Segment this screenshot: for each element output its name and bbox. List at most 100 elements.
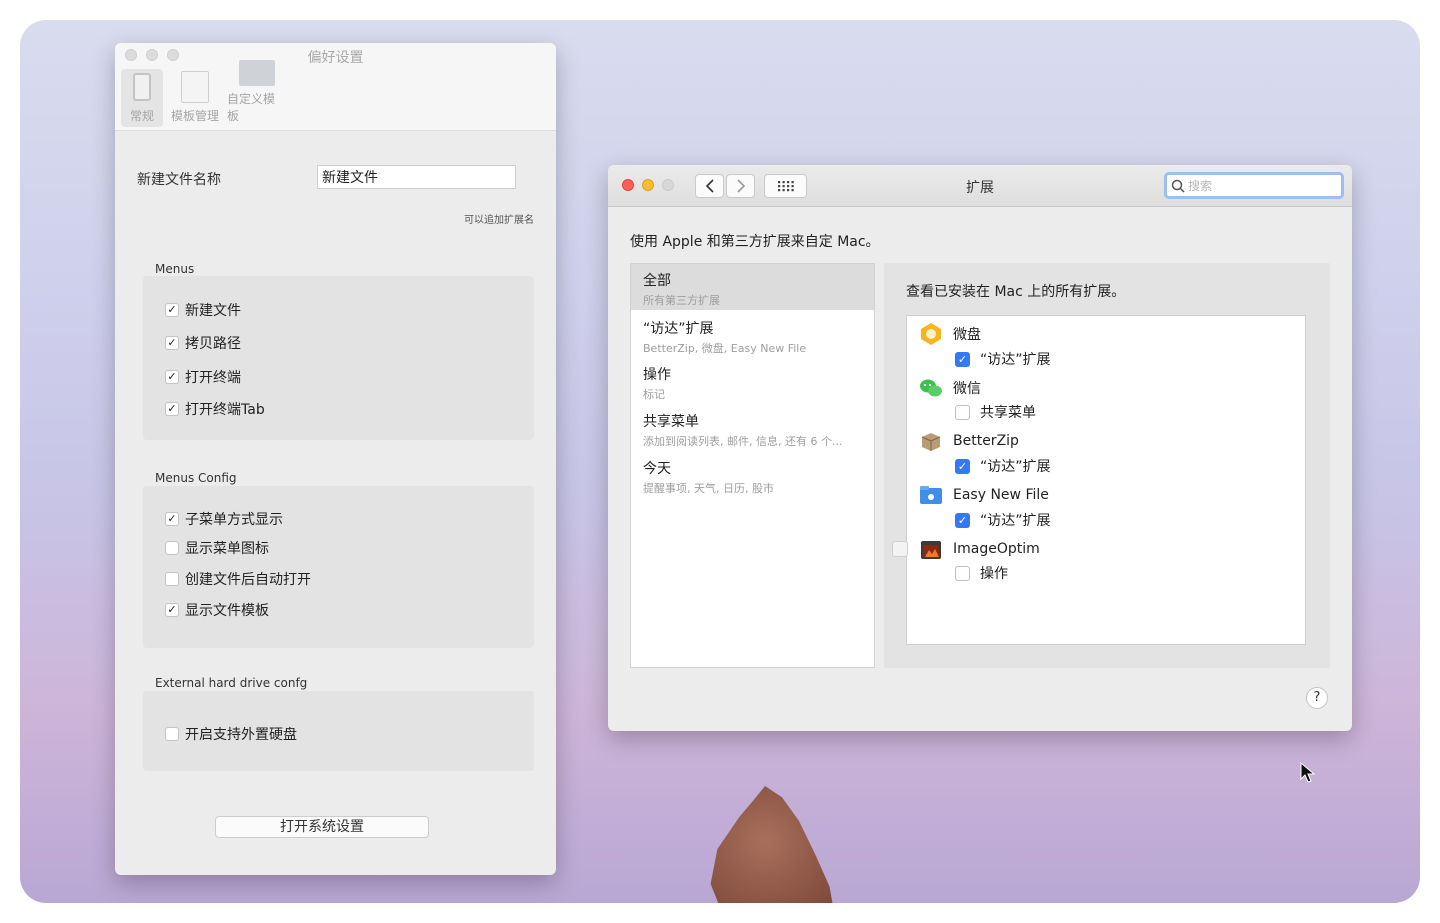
extensions-description: 使用 Apple 和第三方扩展来自定 Mac。 <box>630 234 880 250</box>
general-icon <box>133 73 151 101</box>
menu-option-new-file[interactable]: ✓ 新建文件 <box>165 300 241 320</box>
checkbox-unchecked[interactable] <box>955 565 970 581</box>
preferences-toolbar: 常规 模板管理 自定义模板 <box>121 60 283 127</box>
checkbox[interactable] <box>165 727 179 741</box>
checkbox[interactable]: ✓ <box>165 402 179 416</box>
checkbox[interactable]: ✓ <box>165 512 179 526</box>
category-name: 共享菜单 <box>643 414 699 430</box>
extensions-window: 扩展 使用 Apple 和第三方扩展来自定 Mac。 全部 所有第三方扩展 “访… <box>608 165 1352 731</box>
category-name: 今天 <box>643 461 671 477</box>
tab-general[interactable]: 常规 <box>121 69 163 127</box>
category-subtitle: 添加到阅读列表, 邮件, 信息, 还有 6 个... <box>643 435 843 448</box>
document-icon <box>181 71 209 103</box>
checkbox-label: 打开终端 <box>185 370 241 386</box>
category-all[interactable]: 全部 所有第三方扩展 <box>631 264 874 310</box>
checkbox[interactable]: ✓ <box>165 336 179 350</box>
checkbox-label: 子菜单方式显示 <box>185 512 283 528</box>
external-option-enable[interactable]: 开启支持外置硬盘 <box>165 724 297 744</box>
folder-icon <box>239 60 275 86</box>
category-finder[interactable]: “访达”扩展 BetterZip, 微盘, Easy New File <box>631 318 874 356</box>
tab-label: 常规 <box>129 109 154 123</box>
config-option-show-templates[interactable]: ✓ 显示文件模板 <box>165 600 269 620</box>
extension-hint: 可以追加扩展名 <box>464 215 534 226</box>
category-list: 全部 所有第三方扩展 “访达”扩展 BetterZip, 微盘, Easy Ne… <box>630 263 875 668</box>
detail-description: 查看已安装在 Mac 上的所有扩展。 <box>906 284 1126 300</box>
checkbox-label: 开启支持外置硬盘 <box>185 727 297 743</box>
extension-type: 共享菜单 <box>980 405 1036 421</box>
extension-toggle-wechat[interactable]: 共享菜单 <box>955 402 1036 422</box>
desktop-wallpaper-rock <box>710 786 837 903</box>
category-share-menu[interactable]: 共享菜单 添加到阅读列表, 邮件, 信息, 还有 6 个... <box>631 411 874 449</box>
checkbox-unchecked[interactable] <box>955 404 970 420</box>
external-drive-group: 开启支持外置硬盘 <box>143 691 534 771</box>
app-row-easy-new-file: Easy New File <box>919 483 1049 507</box>
category-actions[interactable]: 操作 标记 <box>631 364 874 402</box>
app-name: 微盘 <box>953 327 981 343</box>
menu-option-open-terminal[interactable]: ✓ 打开终端 <box>165 367 241 387</box>
checkbox[interactable]: ✓ <box>165 303 179 317</box>
app-name: 微信 <box>953 381 981 397</box>
extension-type: 操作 <box>980 566 1008 582</box>
search-input[interactable] <box>1188 178 1338 193</box>
stray-checkbox[interactable] <box>892 541 908 557</box>
open-system-settings-button[interactable]: 打开系统设置 <box>215 816 429 838</box>
checkbox-checked[interactable]: ✓ <box>955 351 970 367</box>
extensions-list: 微盘 ✓ “访达”扩展 微信 共享菜单 BetterZip ✓ “访达”扩展 E… <box>906 315 1306 645</box>
search-field[interactable] <box>1164 172 1344 199</box>
menus-group-label: Menus <box>155 262 195 276</box>
checkbox-label: 显示菜单图标 <box>185 541 269 557</box>
tab-label: 模板管理 <box>170 109 219 123</box>
config-option-submenu[interactable]: ✓ 子菜单方式显示 <box>165 509 283 529</box>
tab-template-management[interactable]: 模板管理 <box>167 69 223 127</box>
menus-group: ✓ 新建文件 ✓ 拷贝路径 ✓ 打开终端 ✓ 打开终端Tab <box>143 276 534 440</box>
menus-config-group: ✓ 子菜单方式显示 显示菜单图标 创建文件后自动打开 ✓ 显示文件模板 <box>143 486 534 648</box>
checkbox-checked[interactable]: ✓ <box>955 512 970 528</box>
preferences-window: 偏好设置 常规 模板管理 自定义模板 新建文件名称 可以追加扩展名 Menus … <box>115 43 556 875</box>
extension-toggle-imageoptim[interactable]: 操作 <box>955 563 1008 583</box>
checkbox[interactable]: ✓ <box>165 370 179 384</box>
checkbox-label: 显示文件模板 <box>185 603 269 619</box>
checkbox[interactable] <box>165 572 179 586</box>
imageoptim-icon <box>921 541 941 559</box>
category-name: “访达”扩展 <box>643 321 714 337</box>
app-row-imageoptim: ImageOptim <box>919 537 1040 561</box>
new-file-name-label: 新建文件名称 <box>137 172 221 188</box>
wechat-icon <box>920 379 942 397</box>
app-name: Easy New File <box>953 487 1049 503</box>
window-title: 偏好设置 <box>307 50 364 66</box>
category-today[interactable]: 今天 提醒事项, 天气, 日历, 股市 <box>631 458 874 496</box>
config-option-auto-open[interactable]: 创建文件后自动打开 <box>165 569 311 589</box>
category-name: 全部 <box>643 273 671 289</box>
tab-label: 自定义模板 <box>227 92 276 123</box>
category-subtitle: 标记 <box>643 388 665 401</box>
extension-toggle-easy-new-file[interactable]: ✓ “访达”扩展 <box>955 510 1051 530</box>
extensions-detail-pane: 查看已安装在 Mac 上的所有扩展。 微盘 ✓ “访达”扩展 微信 共享菜单 B… <box>884 263 1330 668</box>
new-file-name-input[interactable] <box>317 165 516 189</box>
external-drive-group-label: External hard drive confg <box>155 676 308 690</box>
mouse-cursor-icon <box>1300 762 1316 783</box>
menu-option-copy-path[interactable]: ✓ 拷贝路径 <box>165 333 241 353</box>
search-icon <box>1171 179 1185 193</box>
app-row-weipan: 微盘 <box>919 322 981 346</box>
category-name: 操作 <box>643 367 671 383</box>
extension-type: “访达”扩展 <box>980 352 1051 368</box>
checkbox[interactable] <box>165 541 179 555</box>
extensions-titlebar: 扩展 <box>608 165 1352 207</box>
config-option-show-icons[interactable]: 显示菜单图标 <box>165 538 269 558</box>
checkbox-label: 打开终端Tab <box>185 402 265 418</box>
checkbox-label: 新建文件 <box>185 303 241 319</box>
checkbox-label: 拷贝路径 <box>185 336 241 352</box>
extension-type: “访达”扩展 <box>980 513 1051 529</box>
category-subtitle: BetterZip, 微盘, Easy New File <box>643 342 807 355</box>
checkbox[interactable]: ✓ <box>165 603 179 617</box>
extension-toggle-betterzip[interactable]: ✓ “访达”扩展 <box>955 456 1051 476</box>
tab-custom-template[interactable]: 自定义模板 <box>227 60 283 127</box>
weipan-icon <box>921 323 941 345</box>
extension-toggle-weipan[interactable]: ✓ “访达”扩展 <box>955 349 1051 369</box>
menu-option-open-terminal-tab[interactable]: ✓ 打开终端Tab <box>165 399 265 419</box>
preferences-titlebar: 偏好设置 常规 模板管理 自定义模板 <box>115 43 556 131</box>
checkbox-checked[interactable]: ✓ <box>955 458 970 474</box>
extension-type: “访达”扩展 <box>980 459 1051 475</box>
app-row-wechat: 微信 <box>919 376 981 400</box>
help-button[interactable]: ? <box>1306 687 1328 709</box>
